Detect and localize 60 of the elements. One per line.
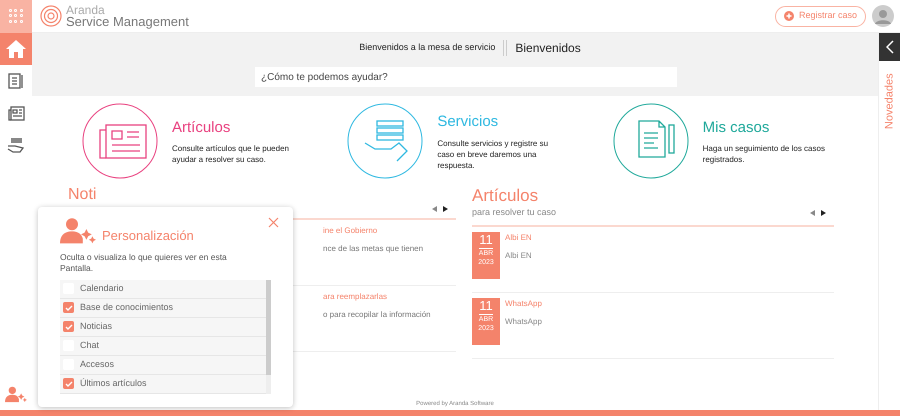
checkbox[interactable]: [63, 321, 74, 332]
check-icon: [64, 304, 72, 311]
card-icon: [612, 103, 689, 179]
card-title[interactable]: Mis casos: [702, 116, 853, 140]
plus-icon: [784, 11, 794, 21]
section-subtitle: para resolver tu caso: [472, 206, 556, 219]
card-description: Consulte servicios y registre su caso en breve daremos una respuesta.: [437, 138, 550, 171]
avatar-icon[interactable]: [872, 5, 894, 27]
card-icon: [82, 103, 158, 179]
option-label: Calendario: [80, 282, 124, 296]
previous-icon[interactable]: [810, 210, 815, 216]
next-icon[interactable]: [443, 206, 448, 212]
previous-icon[interactable]: [432, 206, 437, 212]
news-summary: o para recopilar la información: [323, 309, 432, 321]
logo-icon: [40, 5, 62, 27]
news-summary: nce de las metas que tienen: [323, 243, 424, 255]
panel-title: Personalización: [102, 227, 194, 246]
card-description: Consulte artículos que le pueden ayudar a resolver su caso.: [172, 143, 290, 166]
option-label: Accesos: [80, 358, 114, 372]
article-summary: Albi EN: [505, 250, 532, 262]
article-title[interactable]: Albi EN: [505, 232, 532, 244]
user-sparkle-icon: [5, 386, 27, 404]
news-title[interactable]: ine el Gobierno: [323, 225, 456, 237]
checkbox[interactable]: [63, 378, 74, 390]
next-icon[interactable]: [821, 210, 826, 216]
option-label: Base de conocimientos: [80, 301, 174, 314]
date-day: 11: [479, 232, 493, 248]
news-tab[interactable]: Novedades: [881, 73, 898, 129]
home-icon: [6, 40, 26, 58]
search-field[interactable]: ¿Cómo te podemos ayudar?: [255, 67, 677, 87]
card-description: Haga un seguimiento de los casos registrados.: [702, 143, 826, 166]
collapse-button[interactable]: [879, 33, 900, 61]
apps-grid-icon[interactable]: [0, 0, 32, 32]
option-label: Últimos artículos: [80, 377, 147, 390]
close-icon[interactable]: [268, 217, 279, 228]
user-sparkle-icon: [60, 217, 96, 246]
card-icon: [347, 103, 424, 179]
newspaper-icon: [8, 106, 24, 120]
panel-description: Oculta o visualiza lo que quieres ver en esta Pantalla.: [60, 252, 228, 274]
logo-text: Service Management: [66, 16, 189, 28]
breadcrumb-text: Bienvenidos a la mesa de servicio: [359, 41, 496, 54]
section-title: Artículos: [472, 186, 540, 206]
news-title[interactable]: ara reemplazarlas: [323, 291, 456, 303]
card-title[interactable]: Servicios: [437, 111, 588, 134]
chevron-left-icon: [886, 40, 894, 54]
date-day: 11: [479, 298, 493, 314]
register-case-button[interactable]: Registrar caso: [774, 6, 866, 26]
document-icon: [8, 73, 24, 89]
check-icon: [64, 380, 72, 387]
section-title: Noti: [68, 186, 96, 204]
option-label: Noticias: [80, 320, 112, 334]
checkbox[interactable]: [63, 302, 74, 314]
logo-text: Aranda: [66, 4, 105, 16]
check-icon: [64, 324, 72, 330]
hand-tray-icon: [7, 137, 25, 153]
article-summary: WhatsApp: [505, 316, 542, 328]
article-title[interactable]: WhatsApp: [505, 298, 542, 310]
card-title[interactable]: Artículos: [172, 116, 322, 140]
option-label: Chat: [80, 339, 100, 352]
page-title: Bienvenidos: [515, 40, 581, 57]
